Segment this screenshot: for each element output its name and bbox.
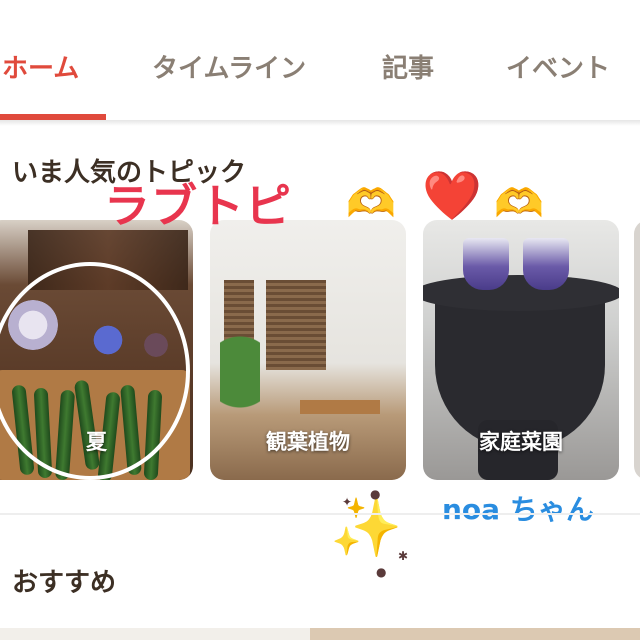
tab-timeline[interactable]: タイムライン xyxy=(152,48,306,85)
topic-card-home-garden[interactable]: 家庭菜園 xyxy=(423,220,619,480)
heart-hands-icon: 🫶 xyxy=(346,181,396,227)
drink-glass xyxy=(463,238,509,290)
drink-glass xyxy=(523,238,569,290)
tab-home[interactable]: ホーム xyxy=(2,48,79,85)
star-dot-icon: ✱ xyxy=(398,549,409,563)
window-blind xyxy=(296,280,326,370)
tab-bar-shadow xyxy=(0,120,640,126)
tab-articles[interactable]: 記事 xyxy=(382,48,434,85)
dining-table xyxy=(300,400,380,414)
star-dot-icon: ● xyxy=(370,487,381,501)
heart-hands-icon: 🫶 xyxy=(494,181,544,227)
tab-events[interactable]: イベント xyxy=(506,48,610,85)
side-table-top xyxy=(423,275,619,311)
section-divider xyxy=(0,513,640,515)
sparkles-icon: ✨ xyxy=(330,493,403,561)
star-dot-icon: ● xyxy=(376,565,387,579)
tab-bar: ホーム タイムライン 記事 イベント xyxy=(0,0,640,122)
love-topic-sticker: ラブトピ xyxy=(104,179,292,233)
topic-card-label: 観葉植物 xyxy=(266,430,350,454)
heart-icon: ❤️ xyxy=(422,168,482,224)
topic-card-label: 家庭菜園 xyxy=(479,430,563,454)
window-blind xyxy=(266,280,296,370)
topic-card-houseplants[interactable]: 観葉植物 xyxy=(210,220,406,480)
name-sticker: noa ちゃん xyxy=(442,493,594,526)
recommended-thumbnail[interactable] xyxy=(310,628,640,640)
topic-card-partial[interactable] xyxy=(634,220,640,480)
recommended-title: おすすめ xyxy=(12,568,117,598)
star-dot-icon: ✦ xyxy=(342,495,353,509)
